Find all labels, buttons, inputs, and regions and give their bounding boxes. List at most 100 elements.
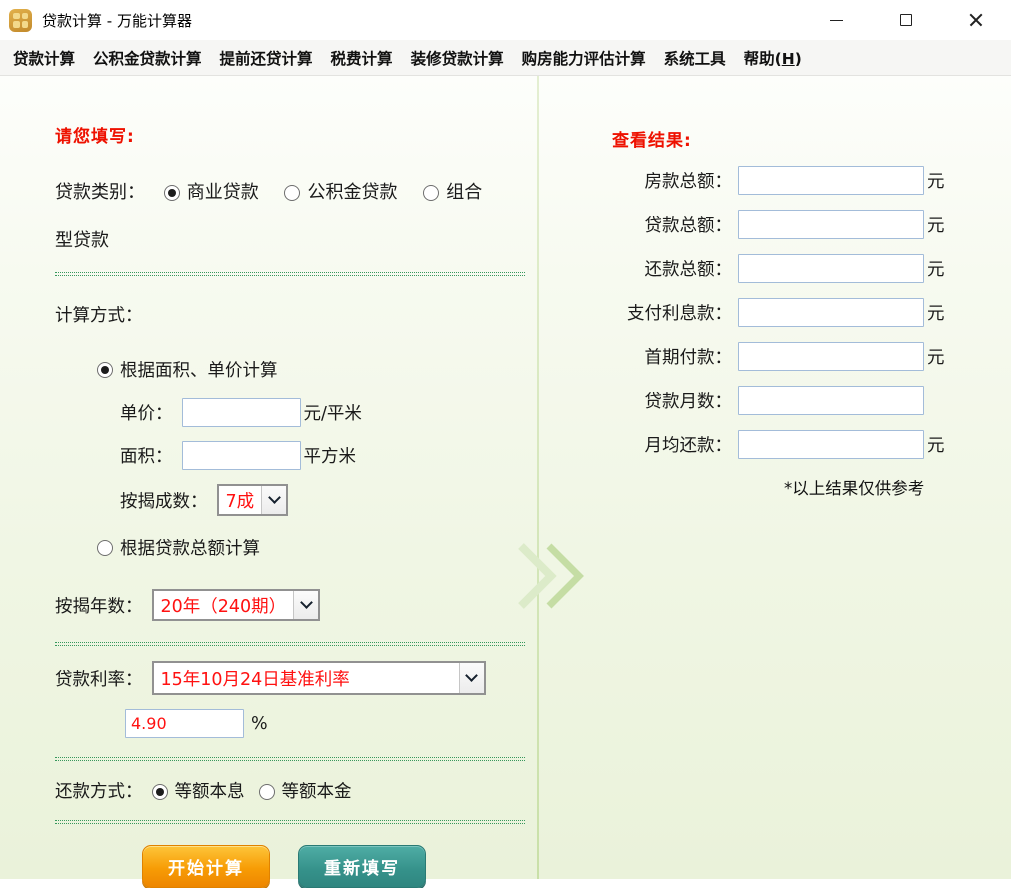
monthly-payment-output[interactable] <box>738 430 924 459</box>
result-label: 支付利息款： <box>612 300 732 325</box>
radio-by-total[interactable]: 根据贷款总额计算 <box>55 535 527 560</box>
chevron-down-icon <box>465 669 478 682</box>
menu-help[interactable]: 帮助(H) <box>735 43 811 73</box>
maximize-icon <box>900 14 912 26</box>
yuan-suffix: 元 <box>927 300 945 325</box>
result-row-total-interest: 支付利息款： 元 <box>612 298 1011 327</box>
repay-method-label: 还款方式： <box>55 778 143 803</box>
total-repayment-output[interactable] <box>738 254 924 283</box>
dotted-divider <box>55 642 525 646</box>
result-row-total-house-price: 房款总额： 元 <box>612 166 1011 195</box>
close-icon <box>969 13 983 27</box>
result-label: 贷款总额： <box>612 212 732 237</box>
menu-help-key: H <box>782 50 795 68</box>
result-label: 还款总额： <box>612 256 732 281</box>
dropdown-button[interactable] <box>293 591 318 619</box>
menu-help-prefix: 帮助( <box>744 50 782 68</box>
percent-suffix: % <box>251 714 268 734</box>
yuan-suffix: 元 <box>927 168 945 193</box>
radio-icon <box>259 784 275 800</box>
calculate-button[interactable]: 开始计算 <box>142 845 270 888</box>
radio-icon <box>164 185 180 201</box>
minimize-button[interactable] <box>801 0 871 40</box>
app-icon <box>9 9 32 32</box>
loan-months-output[interactable] <box>738 386 924 415</box>
radio-fund-loan-label: 公积金贷款 <box>307 182 397 203</box>
reset-button[interactable]: 重新填写 <box>298 845 426 888</box>
menu-fund-loan-calc[interactable]: 公积金贷款计算 <box>84 43 211 73</box>
mortgage-years-select[interactable]: 20年（240期） <box>152 589 321 621</box>
interest-rate-value: 15年10月24日基准利率 <box>154 663 459 693</box>
menu-system-tools[interactable]: 系统工具 <box>655 43 735 73</box>
result-label: 首期付款： <box>612 344 732 369</box>
main-content: 请您填写: 贷款类别： 商业贷款 公积金贷款 组合型贷款 计算方式： 根据面积、… <box>0 76 1011 879</box>
radio-icon <box>423 185 439 201</box>
mortgage-years-label: 按揭年数： <box>55 593 143 618</box>
menu-tax-calc[interactable]: 税费计算 <box>322 43 402 73</box>
total-house-price-output[interactable] <box>738 166 924 195</box>
area-suffix: 平方米 <box>304 443 357 468</box>
rate-percent-input[interactable] <box>125 709 244 738</box>
radio-equal-installment[interactable]: 等额本息 <box>152 778 245 803</box>
total-interest-output[interactable] <box>738 298 924 327</box>
window-title: 贷款计算 - 万能计算器 <box>42 10 192 31</box>
window-controls <box>801 0 1011 40</box>
result-label: 房款总额： <box>612 168 732 193</box>
area-input[interactable] <box>182 441 301 470</box>
radio-commercial-loan-label: 商业贷款 <box>187 182 259 203</box>
menu-renovation-loan-calc[interactable]: 装修贷款计算 <box>402 43 513 73</box>
title-bar: 贷款计算 - 万能计算器 <box>0 0 1011 40</box>
interest-rate-label: 贷款利率： <box>55 666 143 691</box>
result-label: 贷款月数： <box>612 388 732 413</box>
result-row-total-repayment: 还款总额： 元 <box>612 254 1011 283</box>
dotted-divider <box>55 272 525 276</box>
radio-equal-installment-label: 等额本息 <box>175 782 245 802</box>
radio-icon <box>284 185 300 201</box>
radio-by-area[interactable]: 根据面积、单价计算 <box>55 357 527 382</box>
chevron-down-icon <box>300 596 313 609</box>
area-row: 面积： 平方米 <box>55 441 527 470</box>
calc-method-label: 计算方式： <box>55 302 527 327</box>
radio-fund-loan[interactable]: 公积金贷款 <box>284 182 397 203</box>
dotted-divider <box>55 820 525 824</box>
area-label: 面积： <box>120 443 173 468</box>
dropdown-button[interactable] <box>459 663 484 693</box>
close-button[interactable] <box>941 0 1011 40</box>
yuan-suffix: 元 <box>927 212 945 237</box>
radio-by-area-label: 根据面积、单价计算 <box>120 357 278 382</box>
radio-commercial-loan[interactable]: 商业贷款 <box>164 182 259 203</box>
total-loan-output[interactable] <box>738 210 924 239</box>
input-panel: 请您填写: 贷款类别： 商业贷款 公积金贷款 组合型贷款 计算方式： 根据面积、… <box>0 76 537 879</box>
rate-percent-row: % <box>55 709 527 738</box>
result-row-down-payment: 首期付款： 元 <box>612 342 1011 371</box>
unit-price-row: 单价： 元/平米 <box>55 398 527 427</box>
radio-icon <box>97 540 113 556</box>
menu-help-suffix: ) <box>795 50 802 68</box>
form-heading: 请您填写: <box>55 76 527 147</box>
menu-bar: 贷款计算 公积金贷款计算 提前还贷计算 税费计算 装修贷款计算 购房能力评估计算… <box>0 40 1011 76</box>
menu-loan-calc[interactable]: 贷款计算 <box>4 43 84 73</box>
mortgage-ratio-select[interactable]: 7成 <box>217 484 289 516</box>
results-disclaimer: *以上结果仅供参考 <box>612 475 1011 499</box>
loan-type-row: 贷款类别： 商业贷款 公积金贷款 组合型贷款 <box>55 169 497 265</box>
result-row-monthly-payment: 月均还款： 元 <box>612 430 1011 459</box>
result-row-total-loan: 贷款总额： 元 <box>612 210 1011 239</box>
menu-affordability-calc[interactable]: 购房能力评估计算 <box>513 43 655 73</box>
menu-early-repay-calc[interactable]: 提前还贷计算 <box>211 43 322 73</box>
result-row-loan-months: 贷款月数： <box>612 386 1011 415</box>
yuan-suffix: 元 <box>927 344 945 369</box>
unit-price-input[interactable] <box>182 398 301 427</box>
dropdown-button[interactable] <box>261 486 286 514</box>
yuan-suffix: 元 <box>927 432 945 457</box>
maximize-button[interactable] <box>871 0 941 40</box>
mortgage-years-row: 按揭年数： 20年（240期） <box>55 589 527 621</box>
interest-rate-select[interactable]: 15年10月24日基准利率 <box>152 661 486 695</box>
mortgage-years-value: 20年（240期） <box>154 591 294 619</box>
dotted-divider <box>55 757 525 761</box>
result-label: 月均还款： <box>612 432 732 457</box>
results-rows: 房款总额： 元 贷款总额： 元 还款总额： 元 支付利息款： 元 首期付款： <box>612 166 1011 459</box>
yuan-suffix: 元 <box>927 256 945 281</box>
down-payment-output[interactable] <box>738 342 924 371</box>
radio-equal-principal[interactable]: 等额本金 <box>259 778 352 803</box>
mortgage-ratio-value: 7成 <box>219 486 262 514</box>
